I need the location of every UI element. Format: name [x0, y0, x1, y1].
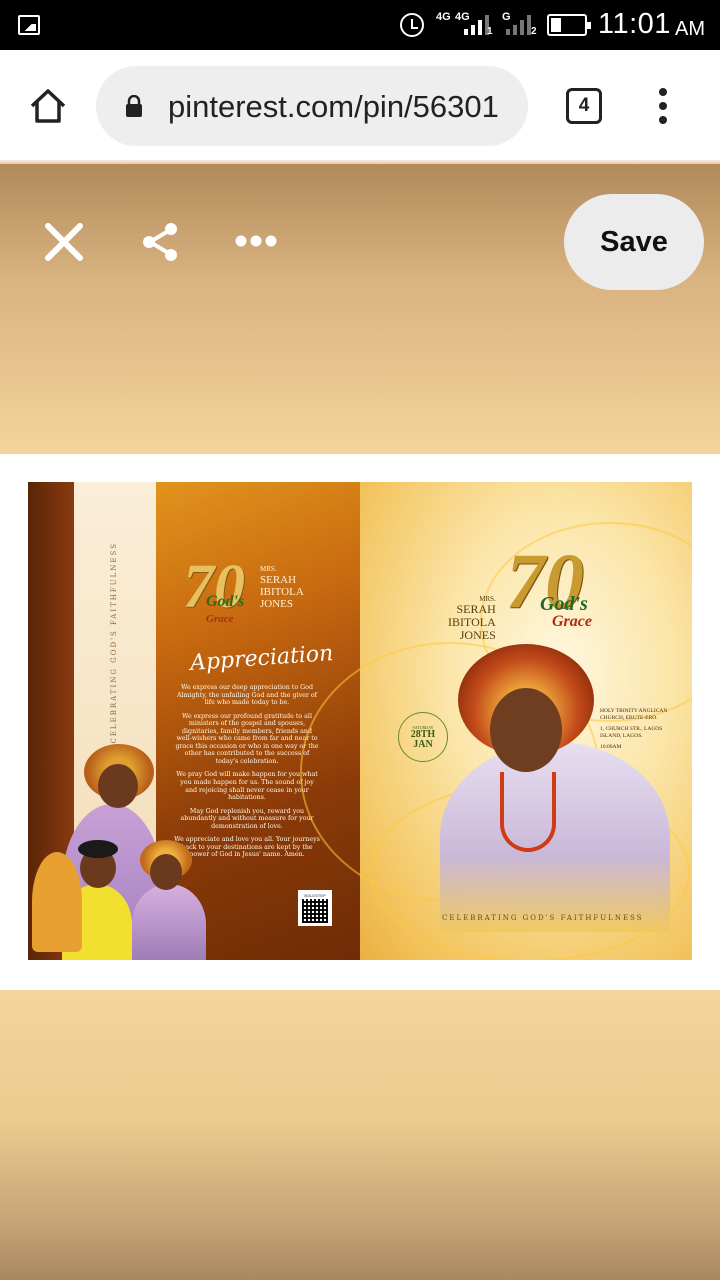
gods-text: God's	[206, 593, 245, 610]
qr-brand-label: BOLDSTEP	[304, 893, 326, 898]
celebrant-name-left: MRS. SERAH IBITOLA JONES	[260, 565, 304, 610]
clock-time: 11:01	[598, 8, 671, 40]
family-photo	[32, 744, 208, 960]
celebrant-portrait	[420, 632, 670, 932]
flyer-right-page: 70 God's Grace MRS. SERAH IBITOLA JONES …	[300, 482, 692, 960]
grace-text: Grace	[206, 613, 234, 625]
face	[98, 764, 138, 808]
person-figure	[32, 852, 82, 952]
pin-image[interactable]: CELEBRATING GOD'S FAITHFULNESS 70 God's …	[28, 482, 692, 960]
venue-info: HOLY TRINITY ANGLICAN CHURCH, EBUTE-ERO.…	[600, 708, 680, 756]
network-type-label: 4G	[436, 11, 451, 23]
signal-strength-icon-1	[464, 13, 489, 35]
share-icon[interactable]	[138, 220, 182, 264]
hair	[78, 840, 118, 858]
clock-ampm: AM	[675, 18, 705, 40]
gods-text: God's	[540, 593, 588, 615]
gods-grace-logo-right: God's Grace	[540, 594, 592, 630]
venue-church: HOLY TRINITY ANGLICAN CHURCH, EBUTE-ERO.	[600, 708, 668, 721]
face	[150, 854, 182, 890]
vertical-tagline: CELEBRATING GOD'S FAITHFULNESS	[110, 542, 118, 744]
browser-toolbar: pinterest.com/pin/56301 4	[0, 50, 720, 162]
venue-time: 10:00AM	[600, 744, 622, 751]
pin-image-card[interactable]: CELEBRATING GOD'S FAITHFULNESS 70 God's …	[0, 454, 720, 990]
qr-code: BOLDSTEP	[298, 890, 332, 926]
home-icon[interactable]	[28, 86, 68, 126]
appreciation-heading: Appreciation	[189, 641, 335, 676]
lock-icon	[126, 95, 142, 117]
gallery-notification-icon	[18, 15, 40, 35]
overflow-menu-icon[interactable]	[656, 88, 670, 126]
grace-text: Grace	[552, 613, 592, 630]
status-bar: 4G 4G 1 G 2 11:01 AM	[0, 0, 720, 50]
sim2-label: 2	[531, 26, 537, 37]
sim1-label: 1	[487, 26, 493, 37]
portrait-garment	[440, 742, 670, 932]
name-prefix: MRS.	[260, 565, 277, 573]
pin-header: Save	[0, 164, 720, 454]
name-line3: JONES	[260, 597, 294, 610]
pin-background-bottom	[0, 990, 720, 1280]
name-line1: SERAH	[260, 573, 297, 586]
flyer-left-page: CELEBRATING GOD'S FAITHFULNESS 70 God's …	[28, 482, 360, 960]
url-text[interactable]: pinterest.com/pin/56301	[168, 89, 499, 125]
portrait-face	[490, 688, 562, 772]
venue-address: 1, CHURCH STR., LAGOS ISLAND, LAGOS.	[600, 726, 663, 739]
tab-switcher-button[interactable]: 4	[566, 88, 602, 124]
qr-pattern	[302, 899, 328, 923]
footer-tagline: CELEBRATING GOD'S FAITHFULNESS	[442, 914, 644, 922]
close-icon[interactable]	[42, 220, 86, 264]
name-line2: IBITOLA	[260, 585, 304, 598]
person-figure	[132, 884, 206, 960]
gods-grace-logo-left: God's Grace	[206, 594, 244, 626]
more-options-icon[interactable]	[234, 234, 278, 248]
alarm-icon	[400, 13, 424, 37]
signal-strength-icon-2	[506, 13, 531, 35]
portrait-coral-beads	[500, 772, 556, 852]
battery-icon	[547, 14, 591, 36]
address-bar[interactable]: pinterest.com/pin/56301	[96, 66, 528, 146]
save-button[interactable]: Save	[564, 194, 704, 290]
appreciation-paragraph: We express our deep appreciation to God …	[177, 684, 317, 707]
